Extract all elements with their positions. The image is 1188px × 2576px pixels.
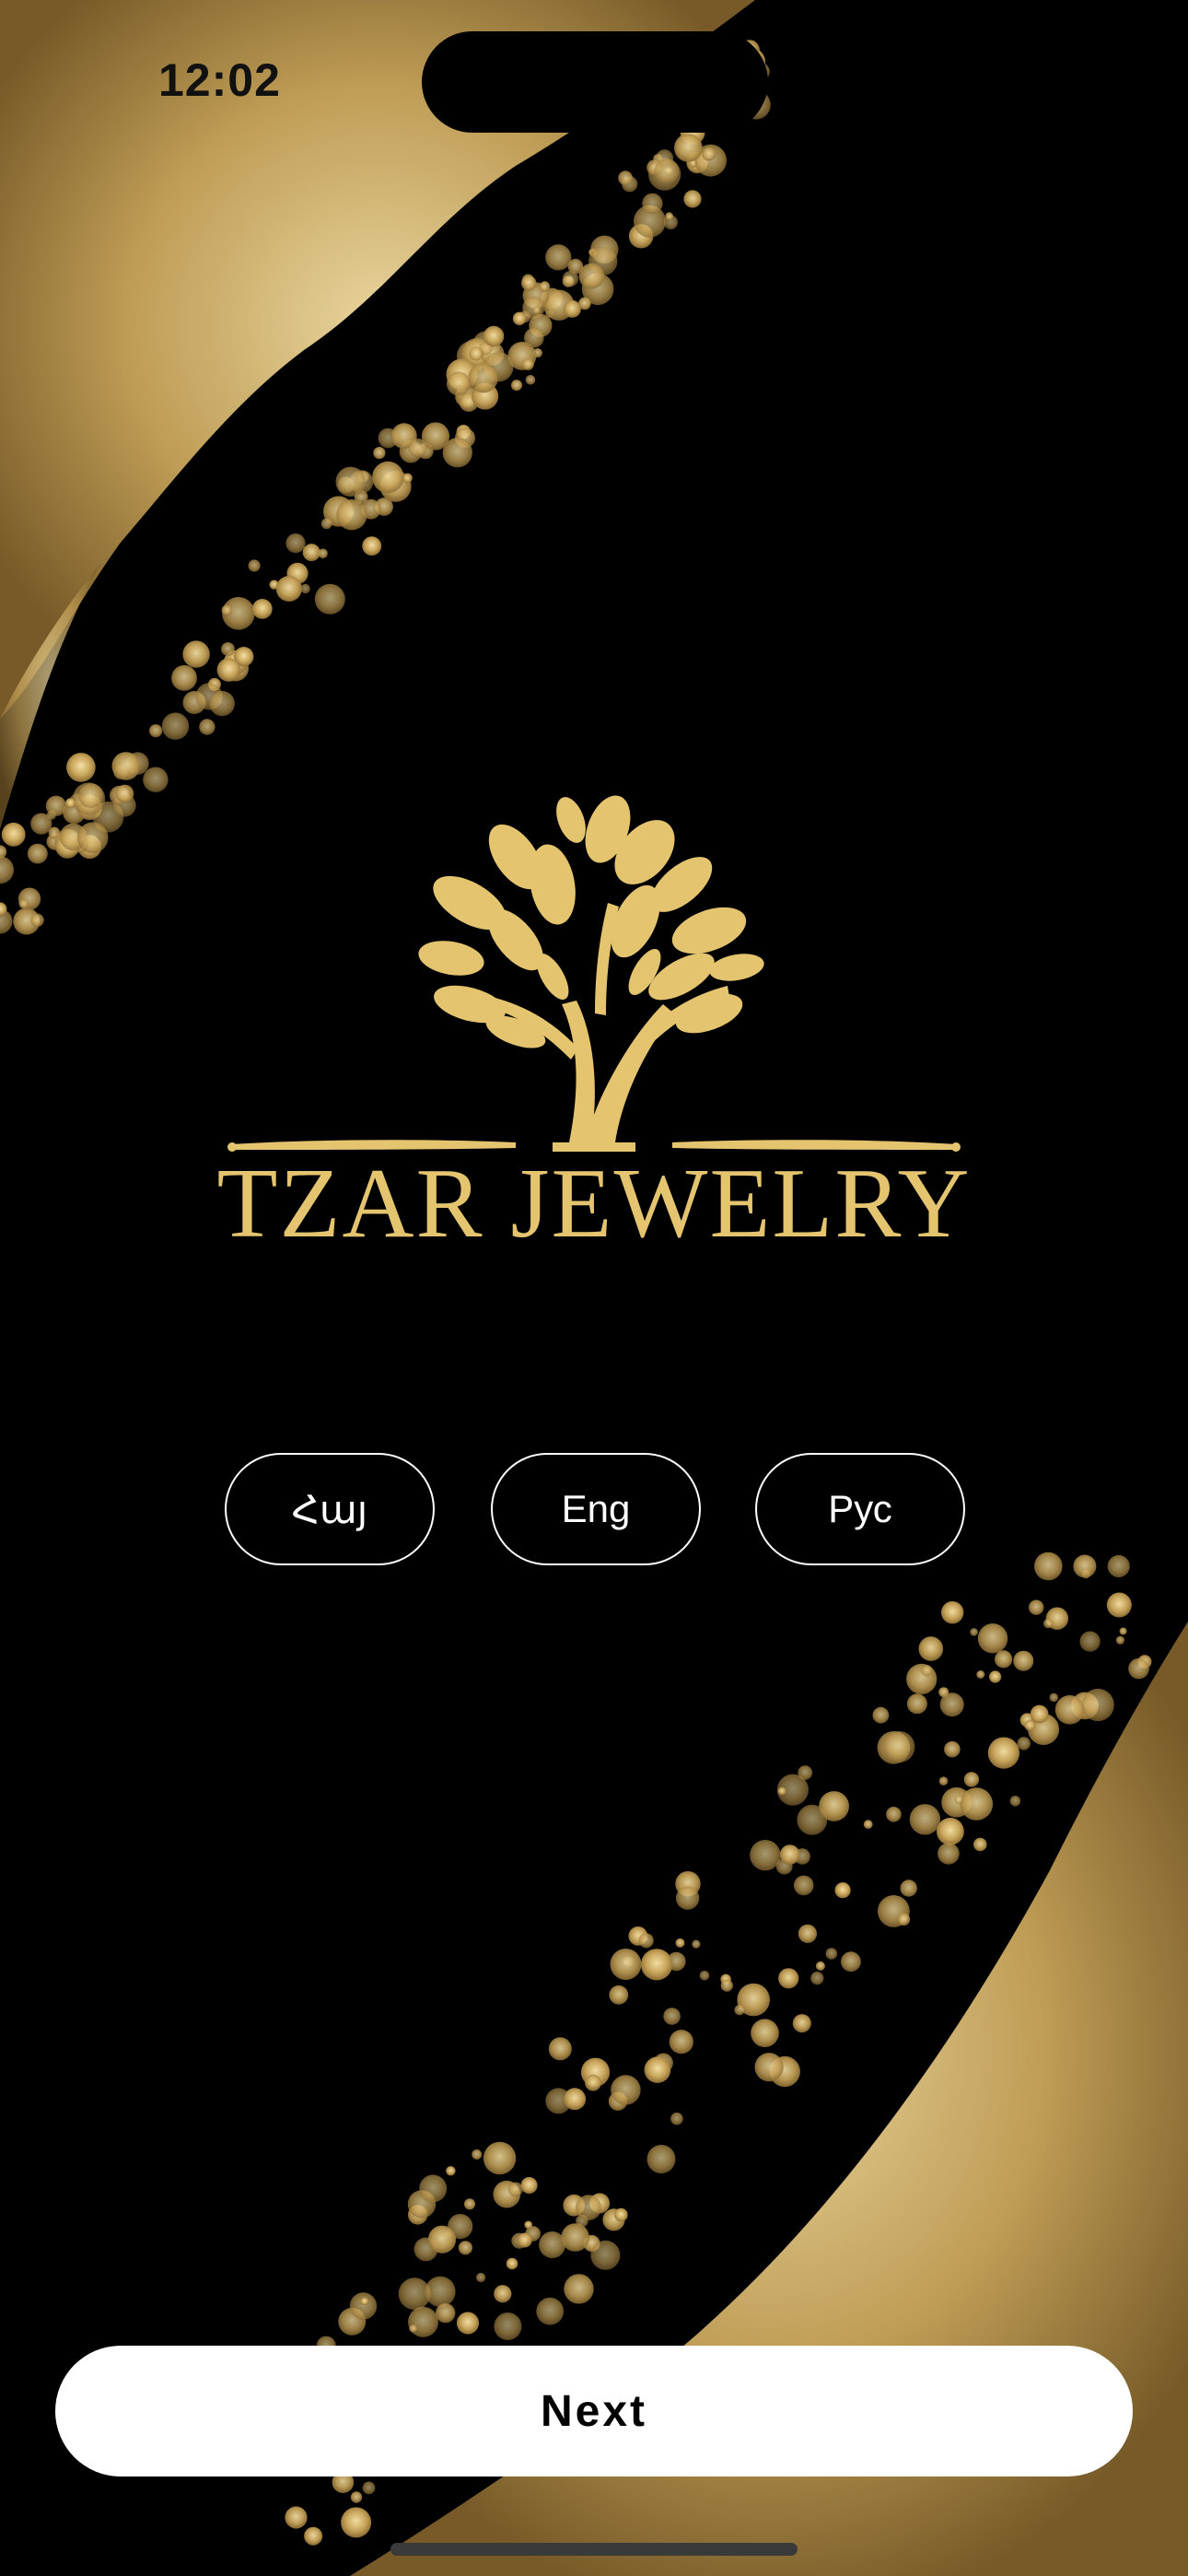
language-button-russian[interactable]: Рус (755, 1453, 965, 1565)
dynamic-island (422, 31, 768, 133)
next-button[interactable]: Next (55, 2346, 1133, 2476)
brand-name: TZAR JEWELRY (216, 1149, 972, 1259)
language-selection-screen: 12:02 TZAR JEWELRY Հայ Eng Рус Next (0, 0, 1188, 2576)
home-indicator[interactable] (390, 2543, 798, 2556)
language-button-english[interactable]: Eng (491, 1453, 701, 1565)
language-selector: Հայ Eng Рус (0, 1453, 1188, 1569)
status-bar-time: 12:02 (158, 54, 281, 106)
language-button-armenian[interactable]: Հայ (225, 1453, 435, 1565)
